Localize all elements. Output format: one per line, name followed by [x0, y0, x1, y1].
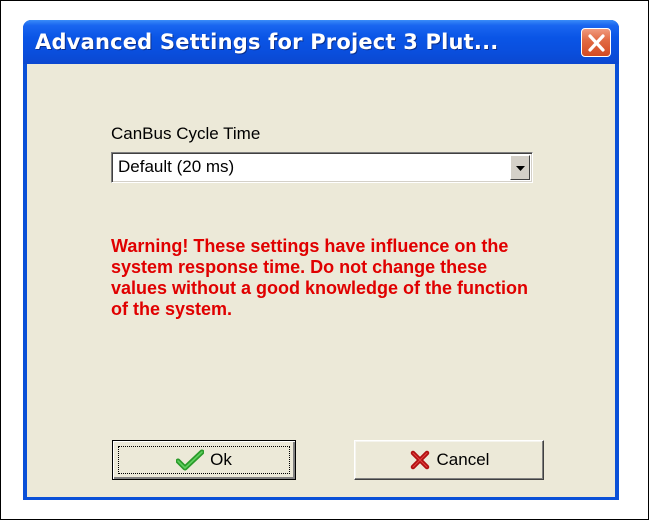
warning-message: Warning! These settings have influence o… [111, 236, 528, 319]
checkmark-icon [176, 449, 205, 471]
cancel-button-label: Cancel [436, 450, 490, 469]
chevron-down-icon [516, 166, 525, 171]
cycle-time-value: Default (20 ms) [118, 157, 235, 176]
close-button[interactable] [581, 28, 611, 57]
title-bar[interactable]: Advanced Settings for Project 3 Plut... [23, 20, 619, 64]
ok-button[interactable]: Ok [112, 440, 296, 480]
cycle-time-select[interactable]: Default (20 ms) [111, 152, 533, 183]
screenshot-frame: Advanced Settings for Project 3 Plut... … [0, 0, 649, 520]
close-icon [588, 34, 605, 52]
dialog-client-area: CanBus Cycle Time Default (20 ms) Warnin… [27, 64, 615, 497]
dropdown-button[interactable] [510, 155, 530, 180]
window-title: Advanced Settings for Project 3 Plut... [35, 30, 499, 54]
cross-icon [410, 450, 429, 470]
cycle-time-label: CanBus Cycle Time [111, 124, 261, 143]
cancel-button[interactable]: Cancel [354, 440, 544, 480]
ok-button-label: Ok [210, 450, 232, 469]
dialog-window: Advanced Settings for Project 3 Plut... … [23, 20, 619, 500]
